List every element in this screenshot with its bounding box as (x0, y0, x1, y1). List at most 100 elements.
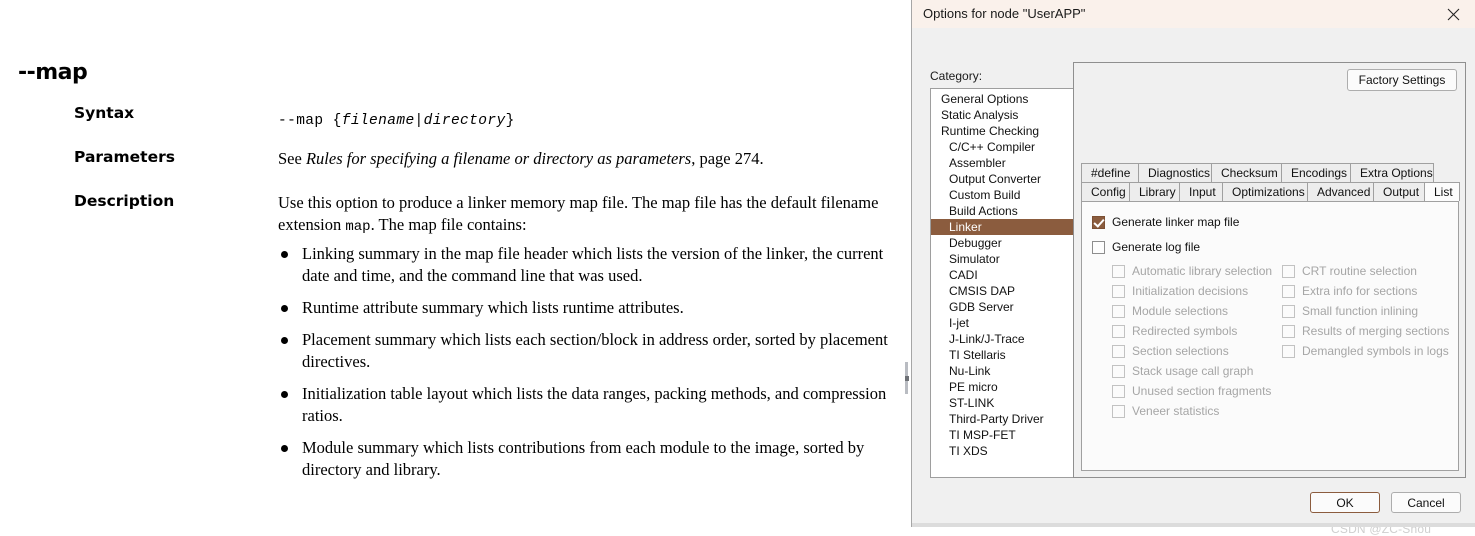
document-scrollbar-thumb[interactable] (905, 376, 909, 381)
factory-settings-button[interactable]: Factory Settings (1347, 69, 1457, 91)
category-listbox[interactable]: General Options Static Analysis Runtime … (930, 88, 1075, 478)
checkbox-box (1112, 324, 1125, 338)
description-line2-suffix: . The map file contains: (370, 214, 527, 234)
checkbox-label: Stack usage call graph (1132, 364, 1254, 378)
category-item-cmsis-dap[interactable]: CMSIS DAP (931, 283, 1074, 299)
parameters-suffix: , page 274. (691, 149, 764, 168)
doc-syntax-value: --map {filename|directory} (278, 108, 893, 131)
checkbox-box (1282, 324, 1295, 338)
checkbox-extra-info-for-sections: Extra info for sections (1282, 284, 1417, 298)
category-item-debugger[interactable]: Debugger (931, 235, 1074, 251)
syntax-pipe: | (414, 113, 424, 129)
linker-tab-strip: #define Diagnostics Checksum Encodings E… (1081, 163, 1460, 201)
tab-row-lower: Config Library Input Optimizations Advan… (1081, 182, 1460, 201)
tab-output[interactable]: Output (1373, 182, 1425, 201)
list-item: Initialization table layout which lists … (278, 383, 903, 427)
tab-optimizations[interactable]: Optimizations (1222, 182, 1308, 201)
category-label: Category: (930, 69, 983, 83)
reference-document-pane: --map Syntax --map {filename|directory} … (0, 0, 910, 527)
category-item-linker[interactable]: Linker (931, 219, 1074, 235)
checkbox-label: Extra info for sections (1302, 284, 1418, 298)
list-tab-content: Generate linker map file Generate log fi… (1081, 201, 1459, 471)
dialog-bottom-edge (912, 523, 1475, 527)
checkbox-box (1112, 304, 1125, 318)
checkbox-box (1092, 240, 1105, 254)
checkbox-label: Generate linker map file (1112, 215, 1240, 229)
category-item-i-jet[interactable]: I-jet (931, 315, 1074, 331)
tab-diagnostics[interactable]: Diagnostics (1138, 163, 1212, 182)
checkbox-label: Initialization decisions (1132, 284, 1249, 298)
category-item-static-analysis[interactable]: Static Analysis (931, 107, 1074, 123)
tab-define[interactable]: #define (1081, 163, 1139, 182)
syntax-open-brace: { (332, 113, 342, 129)
category-item-ti-msp-fet[interactable]: TI MSP-FET (931, 427, 1074, 443)
category-item-general-options[interactable]: General Options (931, 91, 1074, 107)
checkbox-label: Automatic library selection (1132, 264, 1273, 278)
ok-button[interactable]: OK (1310, 492, 1380, 513)
close-icon[interactable] (1431, 0, 1475, 28)
syntax-command: --map (278, 113, 324, 129)
page-title: --map (18, 60, 88, 85)
category-item-output-converter[interactable]: Output Converter (931, 171, 1074, 187)
category-item-pe-micro[interactable]: PE micro (931, 379, 1074, 395)
tab-advanced[interactable]: Advanced (1307, 182, 1374, 201)
checkbox-label: Generate log file (1112, 240, 1201, 254)
checkbox-automatic-library-selection: Automatic library selection (1112, 264, 1272, 278)
syntax-close-brace: } (505, 113, 515, 129)
category-item-third-party-driver[interactable]: Third-Party Driver (931, 411, 1074, 427)
doc-label-parameters: Parameters (74, 148, 175, 166)
category-item-ti-xds[interactable]: TI XDS (931, 443, 1074, 459)
checkbox-demangled-symbols-in-logs: Demangled symbols in logs (1282, 344, 1449, 358)
category-item-j-link-j-trace[interactable]: J-Link/J-Trace (931, 331, 1074, 347)
list-item: Linking summary in the map file header w… (278, 243, 903, 287)
category-item-ti-stellaris[interactable]: TI Stellaris (931, 347, 1074, 363)
checkbox-box (1282, 284, 1295, 298)
description-bullet-list: Linking summary in the map file header w… (278, 243, 903, 490)
category-item-simulator[interactable]: Simulator (931, 251, 1074, 267)
cancel-button[interactable]: Cancel (1391, 492, 1461, 513)
tab-checksum[interactable]: Checksum (1211, 163, 1282, 182)
list-item: Runtime attribute summary which lists ru… (278, 297, 903, 319)
checkbox-box (1282, 304, 1295, 318)
tab-extra-options[interactable]: Extra Options (1350, 163, 1434, 182)
tab-list[interactable]: List (1424, 182, 1460, 201)
checkbox-generate-log-file[interactable]: Generate log file (1092, 240, 1200, 254)
category-item-cadi[interactable]: CADI (931, 267, 1074, 283)
category-item-nu-link[interactable]: Nu-Link (931, 363, 1074, 379)
dialog-body: Category: General Options Static Analysi… (912, 28, 1475, 536)
tab-config[interactable]: Config (1081, 182, 1130, 201)
checkbox-box (1112, 284, 1125, 298)
syntax-arg-filename: filename (341, 113, 415, 129)
checkbox-label: Veneer statistics (1132, 404, 1220, 418)
options-dialog: Options for node "UserAPP" Category: Gen… (911, 0, 1475, 536)
tab-input[interactable]: Input (1179, 182, 1223, 201)
checkbox-veneer-statistics: Veneer statistics (1112, 404, 1219, 418)
checkbox-section-selections: Section selections (1112, 344, 1229, 358)
checkbox-box (1282, 264, 1295, 278)
tab-row-upper: #define Diagnostics Checksum Encodings E… (1081, 163, 1459, 182)
category-item-runtime-checking[interactable]: Runtime Checking (931, 123, 1074, 139)
checkbox-label: Module selections (1132, 304, 1229, 318)
checkbox-box (1112, 404, 1125, 418)
category-item-custom-build[interactable]: Custom Build (931, 187, 1074, 203)
parameters-reference: Rules for specifying a filename or direc… (305, 149, 692, 168)
tab-encodings[interactable]: Encodings (1281, 163, 1351, 182)
category-item-gdb-server[interactable]: GDB Server (931, 299, 1074, 315)
checkbox-label: Demangled symbols in logs (1302, 344, 1449, 358)
description-line1: Use this option to produce a linker memo… (278, 193, 817, 212)
doc-description-value: Use this option to produce a linker memo… (278, 192, 893, 237)
checkbox-module-selections: Module selections (1112, 304, 1228, 318)
category-item-c-cpp-compiler[interactable]: C/C++ Compiler (931, 139, 1074, 155)
checkbox-label: Results of merging sections (1302, 324, 1450, 338)
checkbox-generate-linker-map-file[interactable]: Generate linker map file (1092, 215, 1239, 229)
tab-library[interactable]: Library (1129, 182, 1180, 201)
checkbox-redirected-symbols: Redirected symbols (1112, 324, 1237, 338)
category-item-assembler[interactable]: Assembler (931, 155, 1074, 171)
category-item-build-actions[interactable]: Build Actions (931, 203, 1074, 219)
checkbox-label: Small function inlining (1302, 304, 1419, 318)
checkbox-unused-section-fragments: Unused section fragments (1112, 384, 1271, 398)
doc-label-syntax: Syntax (74, 104, 135, 122)
checkbox-crt-routine-selection: CRT routine selection (1282, 264, 1417, 278)
doc-parameters-value: See Rules for specifying a filename or d… (278, 148, 893, 170)
category-item-st-link[interactable]: ST-LINK (931, 395, 1074, 411)
